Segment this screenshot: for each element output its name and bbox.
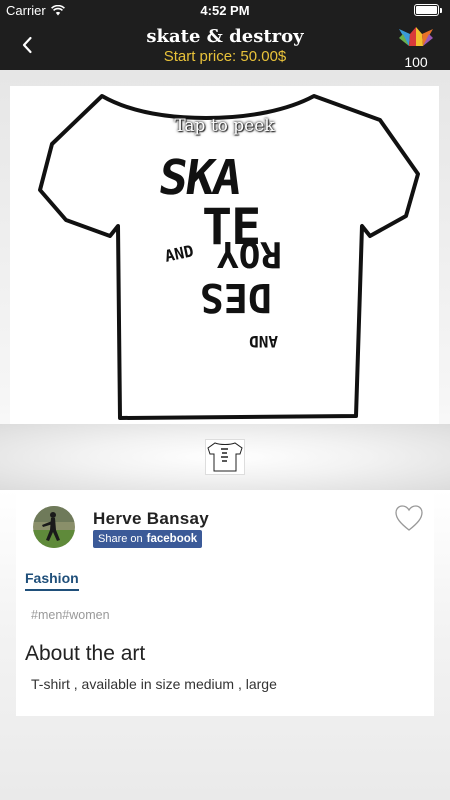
thumbnail-strip (0, 424, 450, 490)
avatar[interactable] (33, 506, 75, 548)
shirt-print-text-4: DES (200, 274, 272, 320)
coin-balance[interactable]: 100 (396, 26, 436, 70)
tag-men[interactable]: #men (31, 608, 62, 622)
tap-to-peek-label: Tap to peek (174, 116, 275, 136)
tag-list: #men#women (31, 608, 110, 622)
shirt-print-text-6: AND (249, 332, 278, 351)
thumbnail-item[interactable] (205, 439, 245, 475)
clock: 4:52 PM (200, 3, 250, 18)
info-card: Herve Bansay Share on facebook Fashion #… (16, 490, 434, 716)
tag-women[interactable]: #women (62, 608, 109, 622)
artwork-image[interactable]: SKA TE AND DES ROY AND Tap to peek (10, 86, 439, 424)
coin-count: 100 (404, 54, 428, 70)
nav-bar: skate & destroy Start price: 50.00$ 100 (0, 22, 450, 70)
author-avatar-image (33, 506, 75, 548)
facebook-wordmark: facebook (146, 533, 198, 545)
category-tab-fashion[interactable]: Fashion (25, 570, 79, 591)
share-prefix-label: Share on (98, 533, 143, 545)
tshirt-thumbnail (207, 442, 243, 472)
start-price: Start price: 50.00$ (163, 48, 287, 65)
about-description: T-shirt , available in size medium , lar… (31, 676, 277, 692)
tshirt-image: SKA TE AND DES ROY AND (38, 94, 420, 420)
shirt-print-text-5: ROY (217, 233, 282, 274)
heart-outline-icon (395, 505, 423, 531)
about-heading: About the art (25, 642, 146, 665)
colorful-logo-icon (399, 27, 433, 46)
favorite-button[interactable] (394, 504, 424, 532)
page-title: skate & destroy (146, 26, 304, 47)
author-name[interactable]: Herve Bansay (93, 509, 209, 529)
share-facebook-button[interactable]: Share on facebook (93, 530, 203, 548)
artwork-detail: SKA TE AND DES ROY AND Tap to peek Herve… (0, 70, 450, 800)
status-bar: Carrier 4:52 PM (0, 0, 450, 22)
battery-icon (414, 4, 442, 16)
